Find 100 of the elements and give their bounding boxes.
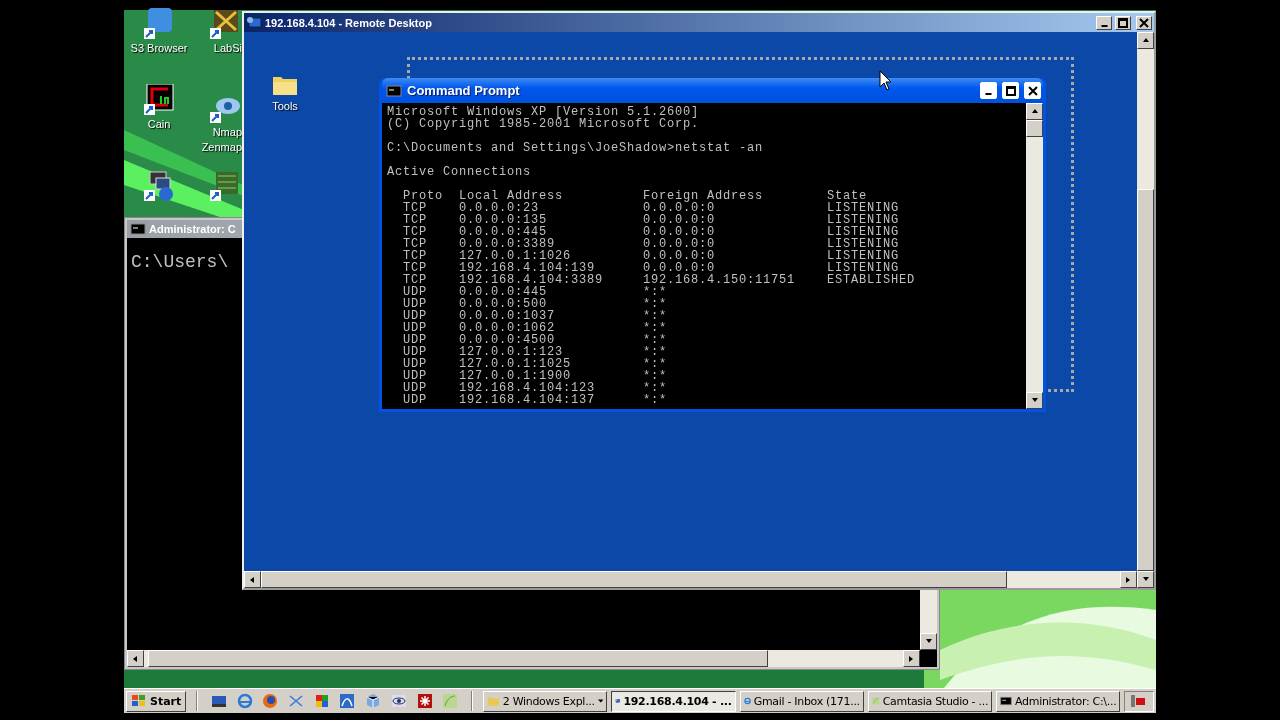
protocol-text: UDP xyxy=(403,334,427,346)
console-line: Active Connections xyxy=(387,166,532,178)
foreign-address-text: *:* xyxy=(643,298,667,310)
state-text: ESTABLISHED xyxy=(827,274,915,286)
start-button[interactable]: Start xyxy=(126,690,187,712)
taskbar-button[interactable]: 2 Windows Expl... xyxy=(483,690,608,712)
minimize-button[interactable] xyxy=(1096,15,1112,30)
console-icon xyxy=(386,82,402,99)
scroll-down-button[interactable] xyxy=(1026,392,1043,409)
maximize-button[interactable] xyxy=(1002,82,1019,99)
column-header: Local Address xyxy=(459,190,563,202)
scroll-thumb[interactable] xyxy=(1026,120,1043,137)
column-header: Proto xyxy=(403,190,443,202)
foreign-address-text: *:* xyxy=(643,358,667,370)
column-header: State xyxy=(827,190,867,202)
scroll-thumb[interactable] xyxy=(261,571,1007,588)
foreign-address-text: *:* xyxy=(643,334,667,346)
local-address-text: 0.0.0.0:23 xyxy=(459,202,539,214)
foreign-address-text: 0.0.0.0:0 xyxy=(643,214,715,226)
mouse-pointer-icon xyxy=(879,70,893,92)
window-title: Administrator: C xyxy=(149,223,236,235)
left-arrow-icon xyxy=(131,654,140,663)
taskbar-button[interactable]: 192.168.4.104 - ... xyxy=(611,690,736,712)
scroll-thumb[interactable] xyxy=(148,650,768,667)
foreign-address-text: 0.0.0.0:0 xyxy=(643,226,715,238)
local-address-text: 192.168.4.104:137 xyxy=(459,394,596,406)
close-icon xyxy=(1026,84,1039,97)
foreign-address-text: *:* xyxy=(643,382,667,394)
scroll-up-button[interactable] xyxy=(1026,103,1043,120)
up-arrow-icon xyxy=(1030,107,1039,116)
vertical-scrollbar[interactable] xyxy=(1026,103,1043,409)
computers-icon[interactable] xyxy=(142,170,176,202)
local-address-text: 0.0.0.0:445 xyxy=(459,286,547,298)
icon-label: Nmap xyxy=(212,126,242,139)
scroll-up-button[interactable] xyxy=(1137,32,1154,49)
local-address-text: 127.0.0.1:1026 xyxy=(459,250,572,262)
state-text: LISTENING xyxy=(827,202,899,214)
console-line: (C) Copyright 1985-2001 Microsoft Corp. xyxy=(387,118,700,130)
fox-globe-icon xyxy=(262,693,279,709)
local-address-text: 0.0.0.0:445 xyxy=(459,226,547,238)
local-address-text: 127.0.0.1:123 xyxy=(459,346,563,358)
vertical-scrollbar[interactable] xyxy=(1137,32,1154,588)
foreign-address-text: *:* xyxy=(643,310,667,322)
state-text: LISTENING xyxy=(827,214,899,226)
minimize-icon xyxy=(985,93,992,95)
local-address-text: 0.0.0.0:1037 xyxy=(459,310,555,322)
fin-icon xyxy=(339,693,356,709)
tiles-icon xyxy=(313,693,330,709)
leaf-icon xyxy=(442,693,459,709)
cross-icon xyxy=(288,693,305,709)
foreign-address-text: *:* xyxy=(643,322,667,334)
protocol-text: UDP xyxy=(403,310,427,322)
taskbar-button[interactable]: Gmail - Inbox (171... xyxy=(739,690,864,712)
caret-icon xyxy=(597,699,604,703)
scroll-right-button[interactable] xyxy=(1120,571,1137,588)
monitor-icon xyxy=(211,693,228,709)
maximize-button[interactable] xyxy=(1115,15,1131,30)
monitor-icon xyxy=(246,14,262,31)
minimize-icon xyxy=(1100,25,1108,27)
foreign-address-text: 0.0.0.0:0 xyxy=(643,238,715,250)
close-button[interactable] xyxy=(1024,82,1041,99)
window-title: Command Prompt xyxy=(407,83,520,98)
scroll-down-button[interactable] xyxy=(920,633,937,650)
scroll-right-button[interactable] xyxy=(903,650,920,667)
column-header: Foreign Address xyxy=(643,190,764,202)
icon-label: Cain xyxy=(147,118,171,131)
protocol-text: UDP xyxy=(403,286,427,298)
up-arrow-icon xyxy=(1141,36,1150,45)
foreign-address-text: *:* xyxy=(643,346,667,358)
protocol-text: TCP xyxy=(403,262,427,274)
protocol-text: TCP xyxy=(403,250,427,262)
taskbar-button[interactable]: Camtasia Studio - ... xyxy=(867,690,993,712)
local-address-text: 0.0.0.0:3389 xyxy=(459,238,555,250)
frame-icon[interactable] xyxy=(142,84,176,116)
scroll-down-button[interactable] xyxy=(1137,571,1154,588)
scroll-left-button[interactable] xyxy=(127,650,144,667)
horizontal-scrollbar[interactable] xyxy=(127,650,920,667)
console-icon xyxy=(130,221,146,237)
foreign-address-text: *:* xyxy=(643,286,667,298)
folder-icon[interactable] xyxy=(272,74,298,96)
eye-icon xyxy=(390,693,407,709)
local-address-text: 0.0.0.0:500 xyxy=(459,298,547,310)
scroll-thumb[interactable] xyxy=(1137,189,1154,571)
state-text: LISTENING xyxy=(827,262,899,274)
protocol-text: TCP xyxy=(403,226,427,238)
foreign-address-text: 0.0.0.0:0 xyxy=(643,202,715,214)
protocol-text: TCP xyxy=(403,214,427,226)
cube-icon xyxy=(365,693,382,709)
horizontal-scrollbar[interactable] xyxy=(244,571,1137,588)
taskbar-button[interactable]: Administrator: C:\... xyxy=(996,690,1121,712)
local-address-text: 0.0.0.0:135 xyxy=(459,214,547,226)
local-address-text: 0.0.0.0:1062 xyxy=(459,322,555,334)
close-button[interactable] xyxy=(1136,15,1152,30)
maximize-icon xyxy=(1117,16,1129,29)
state-text: LISTENING xyxy=(827,238,899,250)
icon-label: Zenmap xyxy=(201,141,242,154)
scroll-left-button[interactable] xyxy=(244,571,261,588)
foreign-address-text: *:* xyxy=(643,370,667,382)
minimize-button[interactable] xyxy=(980,82,997,99)
protocol-text: UDP xyxy=(403,322,427,334)
